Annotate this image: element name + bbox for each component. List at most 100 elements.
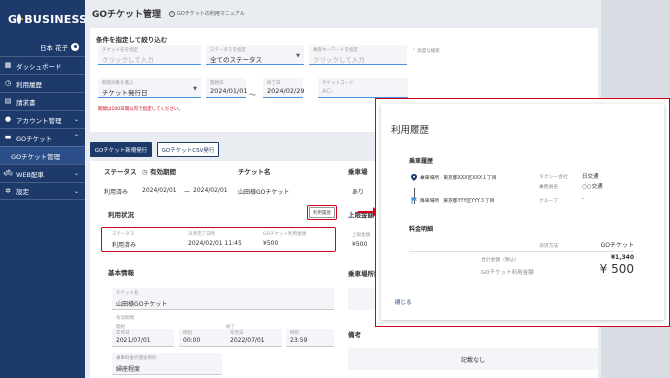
clock-icon: ◷: [142, 168, 150, 176]
basic-ticket-name-key: チケット名: [116, 291, 139, 296]
ticket-name-placeholder: クリックして入力: [102, 56, 154, 64]
ticket-code-input[interactable]: チケットコード AC-: [318, 78, 408, 98]
modal-title: 利用履歴: [391, 125, 430, 136]
sidebar: G BUSINESS 日本 花子 ▦ ダッシュボード ◷ 利用履歴 ▤ 請求書 ●…: [0, 0, 88, 378]
end-date-value: 2024/02/29: [267, 87, 305, 95]
keyword-input[interactable]: 乗客キーワードを指定 クリックして入力: [309, 45, 407, 65]
ride-history-heading: 乗車履歴: [409, 158, 434, 165]
advanced-search-link[interactable]: ⌃ 高度な検索: [412, 48, 440, 54]
sidebar-item-settings[interactable]: ✲ 設定 ⌄: [0, 182, 85, 200]
sidebar-item-history[interactable]: ◷ 利用履歴: [0, 74, 85, 92]
usage-history-button[interactable]: 利用履歴: [309, 207, 335, 218]
column-header-period-label: 有効期間: [149, 168, 176, 176]
basic-usage-key: 乗車料金の使途目的: [116, 356, 157, 361]
usage-status-key: ステータス: [112, 232, 135, 237]
logo-text: BUSINESS: [24, 12, 88, 26]
user-name: 日本 花子: [39, 44, 68, 52]
usage-amount-key: GOチケット利用金額: [263, 232, 307, 237]
close-button[interactable]: 閉じる: [395, 298, 412, 306]
fare-divider: [409, 251, 634, 252]
ticket-code-placeholder: AC-: [322, 87, 334, 95]
advanced-search-label: 高度な検索: [417, 49, 440, 54]
ticket-amount-value: ¥ 500: [599, 262, 634, 276]
new-ticket-button[interactable]: GOチケット新規発行: [90, 142, 152, 157]
date-range-note: 期間は100日間以内で指定してください。: [98, 107, 183, 112]
manual-link-label: GOチケットの利用マニュアル: [177, 11, 245, 17]
sidebar-item-label: 請求書: [16, 98, 36, 107]
basic-usage-field: 乗車料金の使途目的 婦座程度: [112, 353, 222, 375]
logo-o-mark: [17, 14, 24, 24]
sidebar-item-goticket-manage[interactable]: GOチケット管理: [0, 146, 85, 164]
csv-export-button[interactable]: GOチケットCSV発行: [157, 142, 219, 157]
sidebar-item-account[interactable]: ● アカウント管理 ⌄: [0, 110, 85, 128]
basic-start-time-value: 00:00: [183, 337, 201, 344]
page-title: GOチケット管理: [92, 10, 162, 20]
history-icon: ◷: [4, 79, 12, 87]
manual-link[interactable]: ? GOチケットの利用マニュアル: [169, 10, 245, 17]
car-icon: 🚕︎: [3, 169, 13, 177]
status-select[interactable]: ステータスを指定 全てのステータス ▼: [206, 45, 304, 65]
sidebar-item-label: WEB配車: [16, 170, 44, 179]
basic-start-time-field: 時刻 00:00: [179, 329, 227, 347]
dropdown-icon: ▼: [193, 86, 197, 92]
ticket-code-label: チケットコード: [322, 81, 354, 86]
basic-end-date-value: 2022/07/01: [230, 337, 265, 344]
start-date-value: 2024/01/01: [210, 87, 248, 95]
sidebar-item-goticket[interactable]: ▬ GOチケット ⌃: [0, 128, 85, 146]
pickup-label: 乗車場所: [420, 176, 440, 181]
start-date-input[interactable]: 開始日 2024/01/01: [206, 78, 248, 98]
dropoff-label: 降車場所: [420, 199, 440, 204]
sidebar-item-label: 利用履歴: [16, 80, 42, 89]
row-period-end: 2024/02/01: [193, 187, 228, 194]
group-key: グループ: [539, 199, 558, 204]
ticket-amount-key: GOチケット利用金額: [481, 270, 534, 276]
page-header: GOチケット管理 ? GOチケットの利用マニュアル: [92, 7, 245, 20]
date-type-label: 期間対象を選ぶ: [102, 81, 134, 86]
keyword-placeholder: クリックして入力: [313, 56, 365, 64]
date-type-value: チケット発行日: [102, 89, 148, 97]
basic-end-date-field: 年月日 2022/07/01: [226, 329, 282, 347]
basic-ticket-name-field: チケット名 山田様GOチケット: [112, 288, 334, 310]
pickup-pin-icon: [411, 174, 417, 181]
pickup-value: 東京都XXX区XXX１丁目: [443, 176, 497, 181]
date-range-separator: 〜: [249, 91, 256, 99]
sidebar-item-dashboard[interactable]: ▦ ダッシュボード: [0, 56, 85, 74]
basic-end-time-key: 時刻: [290, 331, 299, 336]
avatar: [71, 43, 79, 51]
chevron-down-icon: ⌄: [73, 116, 79, 123]
ticket-name-label: チケット名を指定: [102, 48, 138, 53]
logo[interactable]: G BUSINESS: [0, 0, 88, 38]
ticket-name-input[interactable]: チケット名を指定 クリックして入力: [98, 45, 201, 65]
date-type-select[interactable]: 期間対象を選ぶ チケット発行日 ▼: [98, 78, 201, 98]
usage-history-modal: 利用履歴 乗車履歴 乗車場所 東京都XXX区XXX１丁目 降車場所 東京都YYY…: [381, 104, 664, 320]
basic-usage-value: 婦座程度: [116, 366, 141, 373]
ticket-icon: ▬: [4, 133, 12, 141]
chevron-up-icon: ⌃: [73, 134, 79, 141]
sidebar-item-label: GOチケット: [16, 134, 53, 143]
start-date-label: 開始日: [210, 81, 224, 86]
payment-value: GOチケット: [600, 242, 634, 249]
basic-end-date-key: 年月日: [230, 331, 244, 336]
sidebar-item-web-dispatch[interactable]: 🚕︎ WEB配車 ⌄: [0, 164, 85, 182]
invoice-icon: ▤: [4, 97, 12, 105]
basic-start-time-key: 時刻: [183, 331, 192, 336]
chevron-down-icon: ⌄: [73, 170, 79, 177]
usage-datetime-key: 決済完了日時: [188, 232, 215, 237]
basic-info-heading: 基本情報: [108, 269, 134, 277]
end-date-input[interactable]: 終了日 2024/02/29: [263, 78, 305, 98]
usage-datetime-value: 2024/02/01 11:45: [188, 240, 242, 247]
logo-g: G: [8, 12, 18, 26]
user-menu[interactable]: 日本 花子: [0, 38, 85, 56]
dropoff-flag-icon: [411, 197, 417, 204]
account-icon: ●: [4, 115, 12, 123]
sidebar-item-invoice[interactable]: ▤ 請求書: [0, 92, 85, 110]
dropdown-icon: ▼: [296, 53, 300, 59]
sidebar-item-label: 設定: [16, 188, 29, 196]
taxi-company-value: 日交通: [582, 174, 599, 180]
usage-status-cell: ステータス 利用済み: [112, 231, 136, 249]
driver-key: 乗務員名: [539, 185, 559, 190]
remarks-heading: 備考: [348, 331, 361, 339]
usage-status-value: 利用済み: [112, 242, 137, 249]
sidebar-item-label: GOチケット管理: [11, 152, 61, 161]
end-date-label: 終了日: [267, 81, 281, 86]
